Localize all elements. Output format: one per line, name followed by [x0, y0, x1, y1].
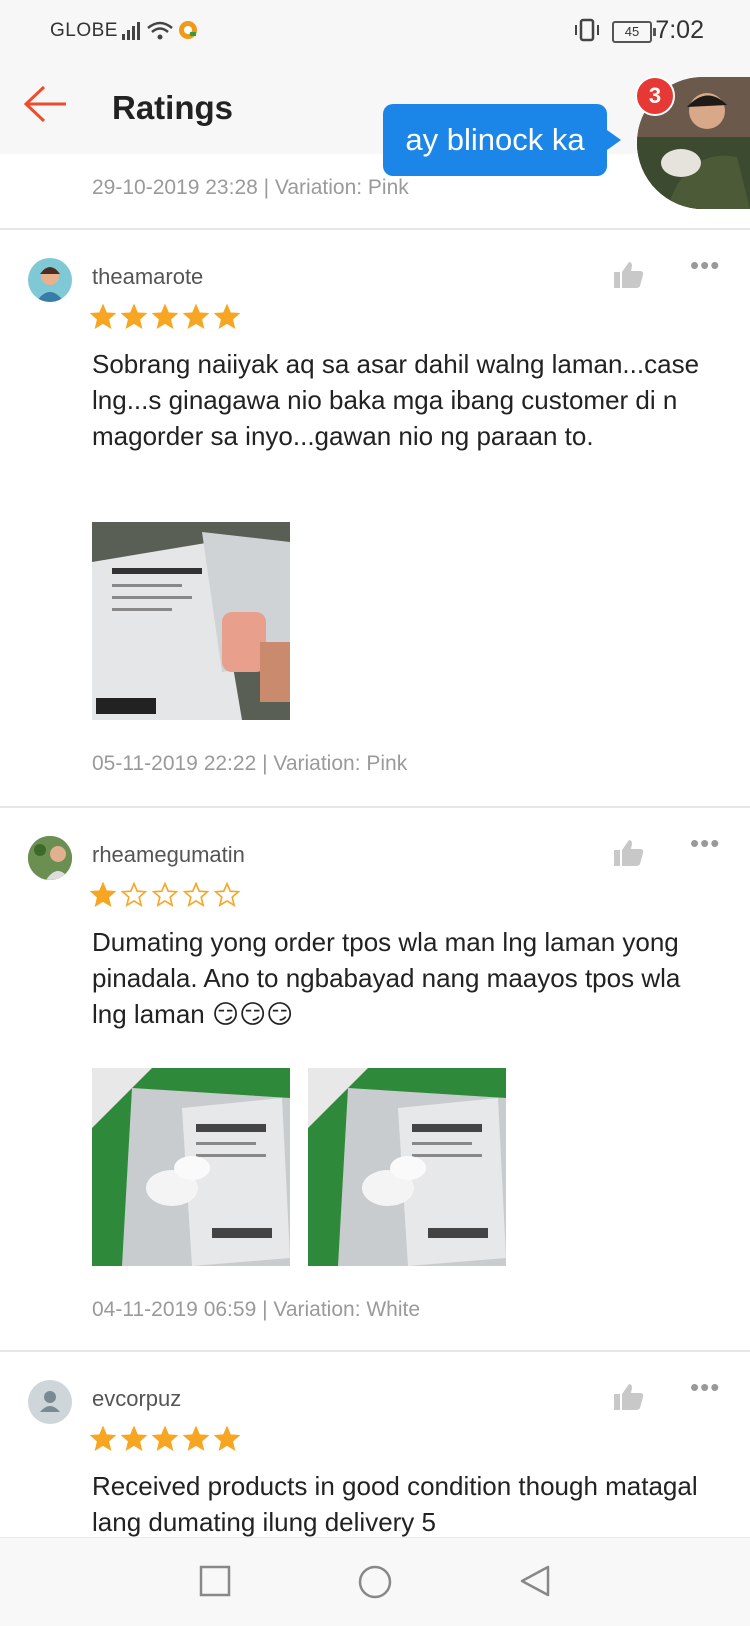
review-meta: 05-11-2019 22:22 | Variation: Pink [92, 752, 408, 775]
reviewer-username[interactable]: rheamegumatin [92, 842, 245, 868]
review-photo[interactable] [92, 1068, 290, 1266]
reviewer-username[interactable]: evcorpuz [92, 1386, 181, 1412]
thumbs-up-icon[interactable] [612, 260, 646, 290]
thumbs-up-icon[interactable] [612, 1382, 646, 1412]
notification-badge: 3 [635, 76, 675, 116]
nav-back-icon[interactable] [518, 1564, 552, 1598]
divider [0, 806, 750, 808]
review-photo[interactable] [92, 522, 290, 720]
battery-indicator: 45 [612, 21, 656, 43]
star-filled-icon [90, 304, 116, 329]
review-text: Sobrang naiiyak aq sa asar dahil walng l… [92, 349, 700, 451]
divider [0, 228, 750, 230]
star-filled-icon [121, 1426, 147, 1451]
divider [0, 1350, 750, 1352]
star-filled-icon [90, 1426, 116, 1451]
star-filled-icon [152, 304, 178, 329]
avatar[interactable] [28, 836, 72, 880]
star-filled-icon [152, 1426, 178, 1451]
avatar[interactable] [28, 1380, 72, 1424]
nav-home-icon[interactable] [357, 1564, 393, 1600]
chat-bubble[interactable]: ay blinock ka [383, 104, 621, 176]
star-filled-icon [183, 304, 209, 329]
more-options-icon[interactable]: ••• [690, 828, 720, 859]
review-photo[interactable] [308, 1068, 506, 1266]
star-filled-icon [214, 1426, 240, 1451]
page-title: Ratings [112, 89, 234, 126]
review-meta: 04-11-2019 06:59 | Variation: White [92, 1298, 421, 1321]
carrier-label: GLOBE [50, 20, 118, 41]
review-text: Dumating yong order tpos wla man lng lam… [92, 927, 681, 1029]
clock: 7:02 [655, 16, 704, 44]
reviewer-username[interactable]: theamarote [92, 264, 203, 290]
nav-recents-icon[interactable] [198, 1564, 232, 1598]
status-bar: GLOBE 45 7:02 [0, 0, 750, 62]
previous-review-meta: 29-10-2019 23:28 | Variation: Pink [92, 176, 409, 199]
more-options-icon[interactable]: ••• [690, 1372, 720, 1403]
system-nav-bar [0, 1537, 750, 1626]
star-empty-icon [214, 882, 240, 907]
star-rating [90, 304, 240, 330]
thumbs-up-icon[interactable] [612, 838, 646, 868]
star-empty-icon [183, 882, 209, 907]
star-empty-icon [152, 882, 178, 907]
signal-wifi-icon [122, 21, 197, 40]
more-options-icon[interactable]: ••• [690, 250, 720, 281]
star-filled-icon [214, 304, 240, 329]
avatar[interactable] [28, 258, 72, 302]
star-filled-icon [121, 304, 147, 329]
vibrate-icon [575, 18, 599, 42]
star-empty-icon [121, 882, 147, 907]
review-text: Received products in good condition thou… [92, 1471, 698, 1537]
star-filled-icon [90, 882, 116, 907]
back-arrow-icon[interactable] [22, 84, 70, 124]
star-rating [90, 1426, 240, 1452]
star-rating [90, 882, 240, 908]
star-filled-icon [183, 1426, 209, 1451]
